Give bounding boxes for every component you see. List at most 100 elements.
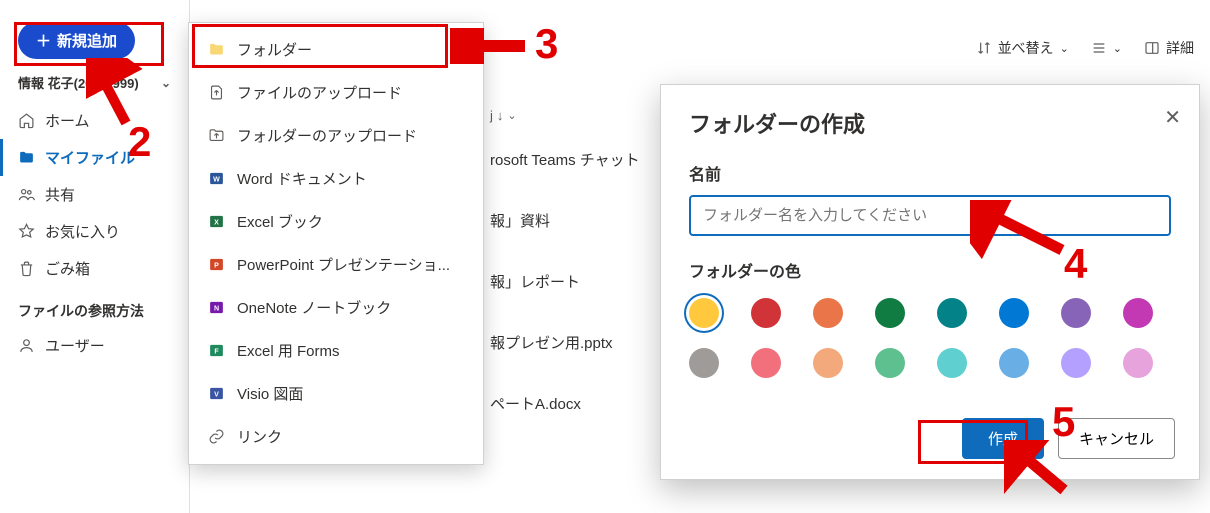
- chevron-down-icon: ⌄: [1060, 42, 1069, 55]
- column-header[interactable]: j: [490, 108, 493, 123]
- menu-item-label: Excel 用 Forms: [237, 340, 340, 361]
- list-item[interactable]: rosoft Teams チャット: [490, 129, 640, 190]
- arrow-icon: [1004, 440, 1074, 500]
- menu-item-label: ファイルのアップロード: [237, 82, 402, 103]
- folder-name-input[interactable]: [689, 195, 1171, 236]
- menu-item-upload-file[interactable]: ファイルのアップロード: [189, 71, 483, 114]
- list-item[interactable]: 報プレゼン用.pptx: [490, 312, 640, 373]
- menu-item-label: フォルダーのアップロード: [237, 125, 417, 146]
- color-swatch[interactable]: [875, 348, 905, 378]
- color-swatch[interactable]: [751, 348, 781, 378]
- sidebar-item-label: ごみ箱: [45, 258, 90, 279]
- menu-item-forms[interactable]: F Excel 用 Forms: [189, 329, 483, 372]
- star-icon: [18, 223, 35, 240]
- svg-text:P: P: [214, 261, 219, 269]
- menu-item-excel[interactable]: X Excel ブック: [189, 200, 483, 243]
- upload-file-icon: [207, 84, 225, 101]
- details-label: 詳細: [1166, 38, 1194, 58]
- sidebar-item-trash[interactable]: ごみ箱: [0, 250, 189, 287]
- cancel-button[interactable]: キャンセル: [1058, 418, 1175, 459]
- menu-item-word[interactable]: W Word ドキュメント: [189, 157, 483, 200]
- color-swatch[interactable]: [875, 298, 905, 328]
- svg-text:W: W: [213, 175, 220, 183]
- color-swatch[interactable]: [1061, 348, 1091, 378]
- new-button[interactable]: ＋ 新規追加: [18, 22, 135, 59]
- menu-item-label: Word ドキュメント: [237, 168, 367, 189]
- folder-icon: [18, 149, 35, 166]
- person-icon: [18, 337, 35, 354]
- upload-folder-icon: [207, 127, 225, 144]
- sidebar-item-shared[interactable]: 共有: [0, 176, 189, 213]
- new-button-label: 新規追加: [57, 30, 117, 51]
- menu-item-link[interactable]: リンク: [189, 415, 483, 458]
- plus-icon: ＋: [36, 30, 51, 51]
- sidebar-item-label: 共有: [45, 184, 75, 205]
- chevron-down-icon: ⌄: [1113, 42, 1122, 55]
- dialog-title: フォルダーの作成: [689, 107, 1171, 139]
- annotation-number: 5: [1052, 398, 1075, 446]
- menu-item-label: OneNote ノートブック: [237, 297, 391, 318]
- color-swatch[interactable]: [999, 298, 1029, 328]
- close-icon[interactable]: ✕: [1164, 105, 1181, 130]
- menu-item-powerpoint[interactable]: P PowerPoint プレゼンテーショ...: [189, 243, 483, 286]
- toolbar: 並べ替え ⌄ ⌄ 詳細: [976, 38, 1194, 58]
- arrow-down-icon: ↓: [497, 108, 504, 123]
- color-swatch[interactable]: [1123, 348, 1153, 378]
- color-swatch[interactable]: [1123, 298, 1153, 328]
- menu-item-upload-folder[interactable]: フォルダーのアップロード: [189, 114, 483, 157]
- details-button[interactable]: 詳細: [1144, 38, 1194, 58]
- menu-item-label: フォルダー: [237, 39, 312, 60]
- color-swatch[interactable]: [813, 348, 843, 378]
- arrow-icon: [86, 58, 146, 128]
- view-options-button[interactable]: ⌄: [1091, 40, 1122, 56]
- sidebar-item-favorites[interactable]: お気に入り: [0, 213, 189, 250]
- sidebar-section-title: ファイルの参照方法: [18, 301, 171, 321]
- sidebar-item-myfiles[interactable]: マイファイル: [0, 139, 189, 176]
- menu-item-onenote[interactable]: N OneNote ノートブック: [189, 286, 483, 329]
- sort-label: 並べ替え: [998, 38, 1054, 58]
- word-icon: W: [207, 170, 225, 187]
- list-icon: [1091, 40, 1107, 56]
- color-swatch[interactable]: [999, 348, 1029, 378]
- chevron-down-icon: ⌄: [507, 109, 516, 122]
- visio-icon: V: [207, 385, 225, 402]
- trash-icon: [18, 260, 35, 277]
- home-icon: [18, 112, 35, 129]
- color-swatch[interactable]: [689, 298, 719, 328]
- svg-text:X: X: [214, 218, 219, 226]
- link-icon: [207, 428, 225, 445]
- color-row: [689, 298, 1169, 378]
- list-item[interactable]: 報」レポート: [490, 251, 640, 312]
- color-swatch[interactable]: [813, 298, 843, 328]
- create-menu: フォルダー ファイルのアップロード フォルダーのアップロード W Word ドキ…: [188, 22, 484, 465]
- excel-icon: X: [207, 213, 225, 230]
- list-item[interactable]: 報」資料: [490, 190, 640, 251]
- color-label: フォルダーの色: [689, 258, 1171, 282]
- color-swatch[interactable]: [937, 348, 967, 378]
- color-swatch[interactable]: [937, 298, 967, 328]
- svg-text:V: V: [214, 390, 219, 398]
- folder-fill-icon: [207, 41, 225, 58]
- file-list: j ↓ ⌄ rosoft Teams チャット 報」資料 報」レポート 報プレゼ…: [490, 108, 640, 434]
- color-swatch[interactable]: [1061, 298, 1091, 328]
- people-icon: [18, 186, 35, 203]
- powerpoint-icon: P: [207, 256, 225, 273]
- create-folder-dialog: フォルダーの作成 ✕ 名前 フォルダーの色 作成 キャンセル: [660, 84, 1200, 480]
- menu-item-label: Visio 図面: [237, 383, 303, 404]
- details-icon: [1144, 40, 1160, 56]
- menu-item-folder[interactable]: フォルダー: [189, 25, 483, 71]
- menu-item-label: PowerPoint プレゼンテーショ...: [237, 254, 450, 275]
- menu-item-visio[interactable]: V Visio 図面: [189, 372, 483, 415]
- color-swatch[interactable]: [689, 348, 719, 378]
- sidebar-item-user[interactable]: ユーザー: [0, 327, 189, 364]
- chevron-down-icon: ⌄: [161, 76, 171, 90]
- list-item[interactable]: ペートA.docx: [490, 373, 640, 434]
- svg-text:F: F: [214, 347, 219, 355]
- menu-item-label: リンク: [237, 426, 282, 447]
- color-swatch[interactable]: [751, 298, 781, 328]
- sidebar-item-label: マイファイル: [45, 147, 135, 168]
- arrow-icon: [970, 200, 1070, 260]
- sidebar-item-label: ユーザー: [45, 335, 105, 356]
- menu-item-label: Excel ブック: [237, 211, 323, 232]
- sort-button[interactable]: 並べ替え ⌄: [976, 38, 1069, 58]
